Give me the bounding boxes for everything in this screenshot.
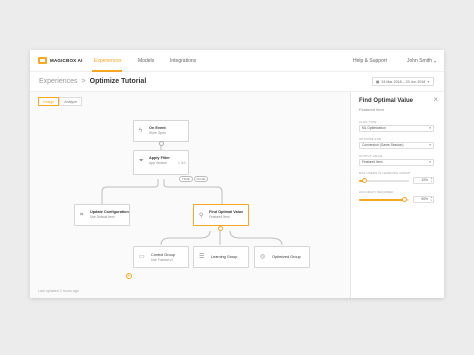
optimize-for-value: Conversion (Game Session): [362, 143, 404, 147]
node-filter-condition: > 4.0: [178, 161, 186, 165]
node-title: Optimized Group: [272, 255, 301, 259]
add-step-button[interactable]: +: [126, 273, 132, 279]
brand-mark-icon: [38, 57, 47, 64]
output-value-select[interactable]: Featured Item ▾: [359, 159, 434, 166]
output-value-value: Featured Item: [362, 160, 383, 164]
filter-icon: ⏷: [139, 158, 144, 164]
user-name: John Smith: [406, 58, 432, 64]
chevron-down-icon: ▾: [429, 143, 431, 147]
stepper-icon[interactable]: ▴ ▾: [431, 196, 432, 202]
branch-false-label: FALSE: [193, 176, 209, 182]
field-label-max-users: Max Users in Learning Group: [359, 171, 411, 175]
node-subtitle: App Version: [149, 161, 167, 165]
node-title: Find Optimal Value: [209, 210, 244, 214]
node-subtitle: Use Tutorial v1: [151, 258, 173, 262]
page-title: Optimize Tutorial: [89, 78, 147, 85]
edge-to-control: [160, 230, 211, 246]
node-title: On Event: [149, 126, 166, 130]
page-header: Experiences > Optimize Tutorial ▦ 24 Mar…: [30, 72, 444, 92]
logo[interactable]: MAGICBOX AI: [38, 57, 83, 64]
branch-labels: TRUE FALSE: [179, 176, 209, 182]
node-title: Control Group: [151, 253, 175, 257]
lightning-icon: ϟ: [139, 128, 143, 134]
node-control-group[interactable]: ▭ Control Group Use Tutorial v1: [133, 246, 189, 268]
node-title: Apply Filter: [149, 156, 170, 160]
top-navigation: MAGICBOX AI Experiences Models Integrati…: [30, 50, 444, 72]
node-learning-group[interactable]: ☰ Learning Group: [193, 246, 249, 268]
branch-true-label: TRUE: [179, 176, 193, 182]
date-range-picker[interactable]: ▦ 24 Mar 2018 – 23 Jun 2018 ▾: [372, 77, 434, 86]
config-icon: ⌗: [80, 212, 84, 218]
node-subtitle: Store Open: [149, 131, 166, 135]
field-label-algo-type: Algo Type: [359, 120, 377, 124]
algo-type-select[interactable]: ML Optimization ▾: [359, 125, 434, 132]
field-label-accuracy: Accuracy Required: [359, 190, 394, 194]
edge-filter-false: [163, 179, 223, 204]
node-output-connector[interactable]: [158, 141, 164, 146]
nav-help-support[interactable]: Help & Support: [353, 58, 387, 64]
node-output-connector[interactable]: [217, 226, 223, 231]
max-users-value: 10%: [421, 178, 428, 182]
node-title: Learning Group: [211, 255, 238, 259]
breadcrumb: Experiences > Optimize Tutorial: [39, 78, 146, 85]
chevron-down-icon: ▾: [429, 126, 431, 130]
target-icon: ◎: [260, 254, 266, 260]
node-subtitle: Featured Item: [209, 215, 230, 219]
nav-integrations[interactable]: Integrations: [170, 58, 196, 64]
node-find-optimal-value[interactable]: ⚲ Find Optimal Value Featured Item: [193, 204, 249, 226]
field-label-output-value: Output Value: [359, 154, 383, 158]
panel-subtitle: Featured Item: [359, 107, 384, 112]
group-icon: ▭: [139, 254, 145, 260]
calendar-icon: ▦: [376, 79, 380, 84]
edge-to-optimized: [229, 230, 283, 246]
node-subtitle: Use Default Item: [90, 215, 115, 219]
max-users-input[interactable]: 10% ▴ ▾: [413, 177, 434, 184]
edge-filter-true: [101, 179, 159, 204]
node-update-configuration[interactable]: ⌗ Update Configuration Use Default Item: [74, 204, 130, 226]
chevron-down-icon: ▾: [433, 58, 436, 64]
brand-name: MAGICBOX AI: [50, 58, 83, 63]
node-apply-filter[interactable]: ⏷ Apply Filter App Version > 4.0: [133, 150, 189, 175]
node-title: Update Configuration: [90, 210, 129, 214]
date-range-text: 24 Mar 2018 – 23 Jun 2018: [381, 79, 426, 84]
nav-models[interactable]: Models: [138, 58, 154, 64]
breadcrumb-parent[interactable]: Experiences: [39, 78, 78, 85]
algo-type-value: ML Optimization: [362, 126, 386, 130]
field-label-optimize-for: Optimize For: [359, 137, 382, 141]
magic-wand-icon: ⚲: [199, 213, 204, 219]
properties-panel: Find Optimal Value × Featured Item Algo …: [350, 92, 444, 298]
panel-title: Find Optimal Value: [359, 98, 414, 104]
max-users-slider[interactable]: [359, 178, 409, 183]
close-icon[interactable]: ×: [433, 96, 438, 104]
slider-handle[interactable]: [361, 178, 367, 183]
stepper-icon[interactable]: ▴ ▾: [431, 177, 432, 183]
optimize-for-select[interactable]: Conversion (Game Session) ▾: [359, 142, 434, 149]
accuracy-slider[interactable]: [359, 197, 409, 202]
app-window: MAGICBOX AI Experiences Models Integrati…: [30, 50, 444, 298]
user-menu[interactable]: John Smith ▾: [407, 58, 436, 64]
accuracy-input[interactable]: 90% ▴ ▾: [413, 196, 434, 203]
accuracy-value: 90%: [421, 197, 428, 201]
node-optimized-group[interactable]: ◎ Optimized Group: [254, 246, 310, 268]
chevron-down-icon: ▾: [429, 160, 431, 164]
nav-experiences[interactable]: Experiences: [94, 58, 122, 64]
chevron-down-icon: ▾: [427, 79, 430, 84]
node-on-event[interactable]: ϟ On Event Store Open: [133, 120, 189, 142]
list-icon: ☰: [199, 254, 205, 260]
slider-handle[interactable]: [401, 197, 407, 202]
slider-fill: [359, 199, 404, 201]
breadcrumb-separator: >: [81, 78, 86, 85]
